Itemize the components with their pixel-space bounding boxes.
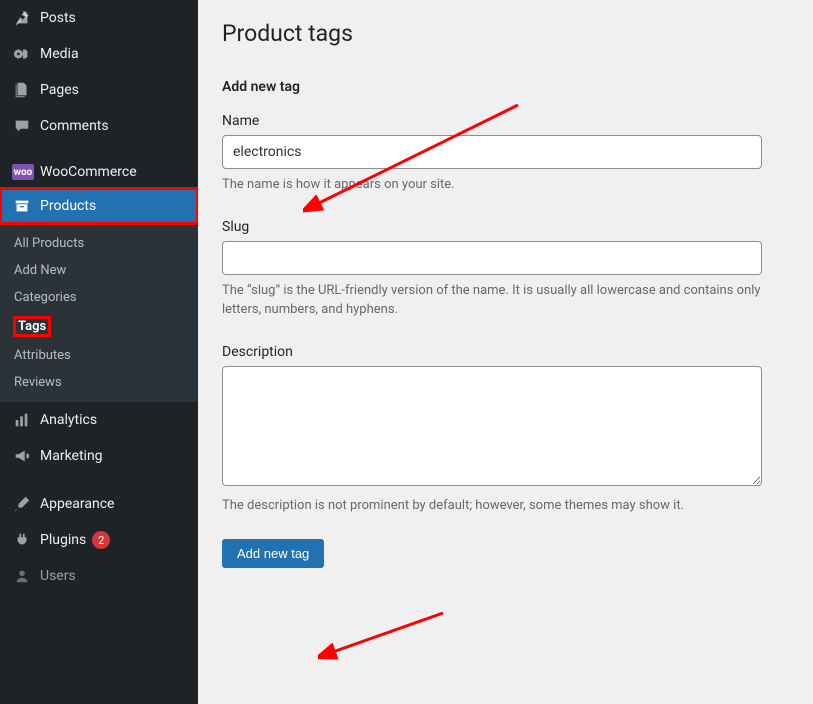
submenu-label: Tags (14, 317, 50, 336)
sidebar-label: Appearance (40, 496, 114, 512)
sidebar-item-marketing[interactable]: Marketing (0, 438, 198, 474)
media-icon (12, 44, 32, 64)
submenu-label: All Products (14, 236, 84, 251)
submenu-item-add-new[interactable]: Add New (0, 257, 198, 284)
pin-icon (12, 8, 32, 28)
name-label: Name (222, 113, 803, 129)
slug-input[interactable] (222, 241, 762, 275)
submenu-item-all-products[interactable]: All Products (0, 230, 198, 257)
name-input[interactable] (222, 135, 762, 169)
field-name: Name The name is how it appears on your … (222, 113, 803, 195)
sidebar-item-appearance[interactable]: Appearance (0, 486, 198, 522)
annotation-arrow (318, 608, 448, 663)
submenu-item-tags[interactable]: Tags (0, 311, 198, 342)
update-badge: 2 (92, 531, 110, 549)
sidebar-separator (0, 474, 198, 486)
sidebar-label: Plugins (40, 532, 86, 548)
submenu-item-reviews[interactable]: Reviews (0, 369, 198, 396)
submenu-item-attributes[interactable]: Attributes (0, 342, 198, 369)
description-input[interactable] (222, 366, 762, 486)
sidebar-item-pages[interactable]: Pages (0, 72, 198, 108)
slug-help: The “slug” is the URL-friendly version o… (222, 281, 767, 320)
woo-icon: woo (12, 164, 34, 180)
comments-icon (12, 116, 32, 136)
sidebar-label: Users (40, 568, 76, 584)
megaphone-icon (12, 446, 32, 466)
name-help: The name is how it appears on your site. (222, 175, 767, 195)
brush-icon (12, 494, 32, 514)
sidebar-label: Posts (40, 10, 76, 26)
archive-icon (12, 196, 32, 216)
sidebar-label: Products (40, 198, 96, 214)
page-title: Product tags (222, 20, 803, 47)
section-title: Add new tag (222, 79, 803, 95)
analytics-icon (12, 410, 32, 430)
field-description: Description The description is not promi… (222, 344, 803, 516)
sidebar-label: WooCommerce (40, 164, 137, 180)
sidebar-label: Analytics (40, 412, 97, 428)
field-slug: Slug The “slug” is the URL-friendly vers… (222, 219, 803, 320)
sidebar-item-posts[interactable]: Posts (0, 0, 198, 36)
sidebar-label: Pages (40, 82, 79, 98)
sidebar-submenu-products: All Products Add New Categories Tags Att… (0, 224, 198, 402)
pages-icon (12, 80, 32, 100)
submenu-label: Add New (14, 263, 66, 278)
sidebar-item-products[interactable]: Products (0, 188, 198, 224)
sidebar-item-analytics[interactable]: Analytics (0, 402, 198, 438)
submenu-label: Attributes (14, 348, 71, 363)
plug-icon (12, 530, 32, 550)
sidebar-item-media[interactable]: Media (0, 36, 198, 72)
sidebar-item-plugins[interactable]: Plugins 2 (0, 522, 198, 558)
sidebar-separator (0, 144, 198, 156)
sidebar-label: Media (40, 46, 79, 62)
submenu-label: Reviews (14, 375, 62, 390)
submenu-item-categories[interactable]: Categories (0, 284, 198, 311)
sidebar-item-users[interactable]: Users (0, 558, 198, 594)
add-new-tag-button[interactable]: Add new tag (222, 539, 324, 568)
submenu-label: Categories (14, 290, 77, 305)
sidebar-item-woocommerce[interactable]: woo WooCommerce (0, 156, 198, 188)
slug-label: Slug (222, 219, 803, 235)
sidebar-label: Comments (40, 118, 109, 134)
app-shell: Posts Media Pages Comments woo WooCommer… (0, 0, 813, 704)
sidebar-label: Marketing (40, 448, 103, 464)
description-label: Description (222, 344, 803, 360)
sidebar-item-comments[interactable]: Comments (0, 108, 198, 144)
main-content: Product tags Add new tag Name The name i… (198, 0, 813, 704)
users-icon (12, 566, 32, 586)
admin-sidebar: Posts Media Pages Comments woo WooCommer… (0, 0, 198, 704)
description-help: The description is not prominent by defa… (222, 496, 767, 516)
